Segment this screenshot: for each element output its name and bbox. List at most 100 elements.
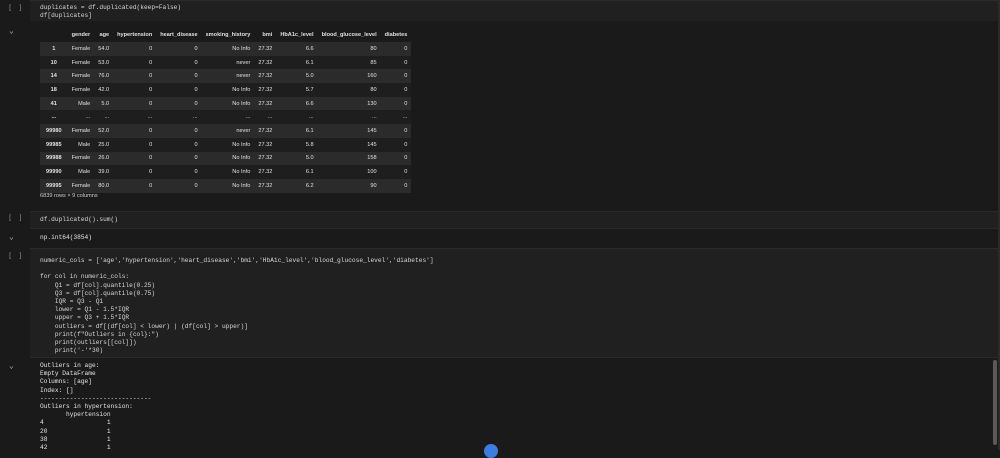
table-cell: 25.0	[98, 141, 110, 148]
vertical-scrollbar[interactable]	[993, 360, 997, 445]
table-cell: 6.6	[305, 100, 314, 107]
code-cell-3[interactable]: numeric_cols = ['age','hypertension','he…	[30, 248, 998, 358]
row-index: 99990	[46, 169, 62, 176]
code-line: numeric_cols = ['age','hypertension','he…	[40, 257, 434, 264]
table-cell: 6.6	[305, 45, 314, 52]
table-cell: 0	[149, 127, 153, 134]
table-cell: 0	[194, 127, 198, 134]
output-line: 20 1	[40, 427, 111, 435]
table-cell: No Info	[232, 169, 251, 176]
code-line: print(outliers[[col]])	[40, 339, 137, 347]
table-cell: No Info	[232, 155, 251, 162]
table-cell: 5.8	[305, 141, 314, 148]
column-header: hypertension	[117, 32, 153, 38]
table-cell: No Info	[232, 141, 251, 148]
output-line: Outliers in age:	[40, 362, 100, 369]
table-cell: 53.0	[98, 59, 110, 66]
table-row: 99995 Female 80.0 0 0 No Info 27.32 6.2 90 0	[40, 178, 412, 193]
table-cell: 0	[149, 86, 153, 93]
output-line: 4 1	[40, 419, 111, 427]
table-cell: 5.0	[101, 100, 110, 107]
row-index: 1	[52, 45, 56, 52]
table-cell: 160	[367, 73, 377, 80]
table-cell: No Info	[232, 100, 251, 107]
cell-2-run-bracket[interactable]: [ ]	[8, 214, 24, 222]
table-cell: Female	[71, 73, 91, 80]
table-cell: 0	[149, 100, 153, 107]
table-cell: 27.32	[258, 127, 273, 134]
table-cell: 0	[194, 182, 198, 189]
code-line: for col in numeric_cols:	[40, 273, 130, 281]
notebook-page: { "cells": [ { "bracket": "[ ]", "code_l…	[0, 0, 1000, 458]
table-cell: 0	[194, 169, 198, 176]
table-cell: 42.0	[98, 86, 110, 93]
table-cell: ...	[147, 114, 153, 121]
table-cell: ...	[267, 114, 273, 121]
table-cell: 5.0	[305, 73, 314, 80]
column-header: blood_glucose_level	[321, 32, 377, 38]
table-cell: No Info	[232, 86, 251, 93]
table-cell: 0	[149, 59, 153, 66]
collapse-output-chevron-icon[interactable]: ⌄	[9, 26, 14, 35]
code-line: print(f"Outliers in {col}:")	[40, 330, 159, 338]
code-cell-2[interactable]: df.duplicated().sum()	[30, 211, 998, 229]
table-cell: Male	[78, 141, 91, 148]
column-header: smoking_history	[205, 32, 251, 38]
code-line: IQR = Q3 - Q1	[40, 298, 104, 306]
table-cell: 76.0	[98, 73, 110, 80]
table-cell: 0	[194, 100, 198, 107]
table-row: 99990 Male 39.0 0 0 No Info 27.32 6.1 100 0	[40, 165, 412, 179]
code-cell-1[interactable]: duplicates = df.duplicated(keep=False) d…	[30, 0, 998, 22]
table-row: 99980 Female 52.0 0 0 never 27.32 6.1 145 0	[40, 124, 412, 138]
output-line: Empty DataFrame	[40, 370, 96, 378]
column-header: HbA1c_level	[280, 32, 314, 38]
table-cell: Male	[78, 100, 91, 107]
outlier-output: Outliers in age: Empty DataFrame Columns…	[40, 362, 151, 452]
code-cell-2-source[interactable]: df.duplicated().sum()	[40, 216, 118, 224]
assistant-launcher-icon[interactable]	[484, 444, 498, 458]
column-header: bmi	[262, 32, 273, 38]
code-line: lower = Q1 - 1.5*IQR	[40, 306, 130, 314]
table-cell: 27.32	[258, 100, 273, 107]
code-line: print('-'*30)	[40, 347, 104, 355]
cell-1-run-bracket[interactable]: [ ]	[8, 4, 24, 12]
table-cell: Female	[71, 182, 91, 189]
table-cell: 39.0	[98, 169, 110, 176]
row-index: 41	[50, 100, 57, 107]
table-header-row: gender age hypertension heart_disease sm…	[40, 28, 411, 42]
collapse-output-chevron-icon[interactable]: ⌄	[9, 232, 14, 241]
table-cell: 6.2	[305, 182, 314, 189]
code-cell-1-source[interactable]: duplicates = df.duplicated(keep=False) d…	[40, 4, 181, 20]
row-index: 99985	[46, 141, 62, 148]
cell-3-run-bracket[interactable]: [ ]	[8, 252, 24, 260]
code-cell-3-source[interactable]: numeric_cols = ['age','hypertension','he…	[40, 257, 434, 355]
table-row: 18 Female 42.0 0 0 No Info 27.32 5.7 80 0	[40, 83, 412, 97]
table-cell: 100	[367, 169, 377, 176]
table-cell: ...	[371, 114, 377, 121]
table-cell: 27.32	[258, 45, 273, 52]
table-cell: never	[236, 127, 251, 134]
table-cell: 0	[404, 100, 408, 107]
table-cell: 27.32	[258, 182, 273, 189]
output-line: Columns: [age]	[40, 378, 92, 386]
table-cell: 0	[194, 45, 198, 52]
table-cell: 27.32	[258, 155, 273, 162]
column-header: diabetes	[384, 32, 408, 38]
table-cell: 85	[370, 59, 377, 66]
table-cell: 0	[194, 155, 198, 162]
table-cell: 0	[194, 73, 198, 80]
table-cell: 158	[367, 155, 377, 162]
output-line: Outliers in hypertension:	[40, 403, 133, 411]
table-cell: 52.0	[98, 127, 110, 134]
column-header: age	[99, 32, 110, 38]
table-cell: 27.32	[258, 59, 273, 66]
table-cell: 6.1	[305, 127, 314, 134]
table-cell: 0	[149, 73, 153, 80]
table-cell: 0	[404, 127, 408, 134]
table-cell: 27.32	[258, 141, 273, 148]
collapse-output-chevron-icon[interactable]: ⌄	[9, 361, 14, 370]
table-cell: 0	[149, 169, 153, 176]
code-line: Q1 = df[col].quantile(0.25)	[40, 281, 156, 289]
table-body: 1 Female 54.0 0 0 No Info 27.32 6.6 80 0 10 Female 5…	[40, 42, 412, 193]
dataframe-shape-note: 6839 rows × 9 columns	[40, 193, 98, 199]
